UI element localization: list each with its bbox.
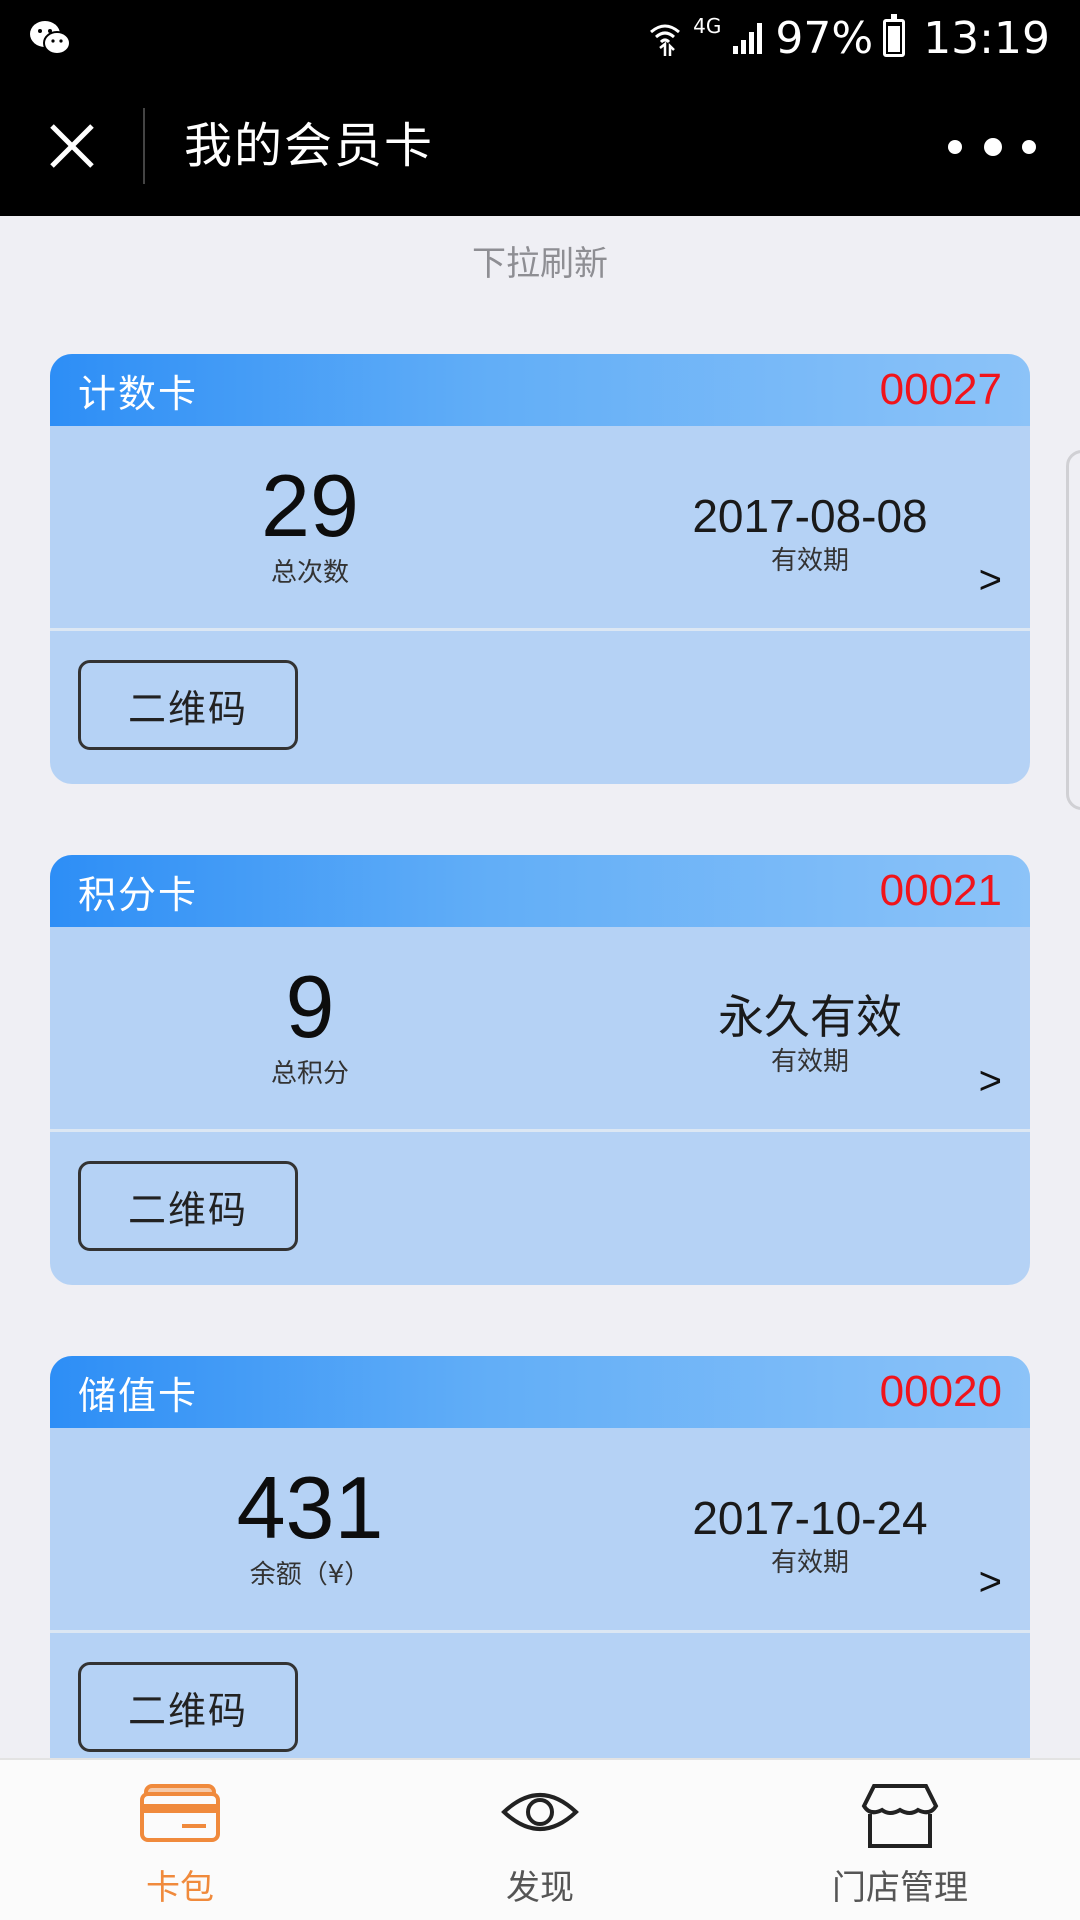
card-expiry-block: 2017-10-24 有效期 <box>570 1490 1030 1580</box>
battery-icon <box>883 14 906 57</box>
card-header: 储值卡 00020 <box>50 1356 1030 1428</box>
status-indicators: 4G 97% 13:19 <box>647 8 1050 68</box>
status-bar: 4G 97% 13:19 <box>0 0 1080 76</box>
card-header: 积分卡 00021 <box>50 855 1030 927</box>
card-expiry-block: 2017-08-08 有效期 <box>570 488 1030 578</box>
card-expiry: 2017-10-24 <box>692 1492 928 1544</box>
card-value-label: 总积分 <box>270 1059 349 1089</box>
card-expiry-block: 永久有效 有效期 <box>570 989 1030 1079</box>
battery-percent: 97% <box>775 12 874 64</box>
card-value: 9 <box>285 957 335 1056</box>
card-type: 积分卡 <box>78 872 199 917</box>
card-value-label: 余额（¥） <box>249 1560 371 1590</box>
card-wallet-icon <box>140 1784 220 1842</box>
card-value: 29 <box>261 456 359 555</box>
nav-divider <box>143 108 145 184</box>
card-footer: 二维码 <box>50 631 1030 784</box>
eye-icon <box>501 1793 579 1831</box>
tab-card-wallet[interactable]: 卡包 <box>0 1760 360 1920</box>
qr-code-button[interactable]: 二维码 <box>78 1662 298 1752</box>
card-detail-arrow[interactable]: > <box>979 558 1002 603</box>
tab-label: 门店管理 <box>832 1868 968 1908</box>
store-icon <box>861 1784 939 1848</box>
tab-bar: 卡包 发现 门店管理 <box>0 1758 1080 1920</box>
close-icon[interactable] <box>48 122 96 170</box>
card-value-block: 9 总积分 <box>50 957 570 1091</box>
tab-store-management[interactable]: 门店管理 <box>720 1760 1080 1920</box>
card-value-block: 29 总次数 <box>50 456 570 590</box>
qr-code-button[interactable]: 二维码 <box>78 660 298 750</box>
card-detail-arrow[interactable]: > <box>979 1560 1002 1605</box>
more-options-icon[interactable] <box>948 130 1040 162</box>
card-expiry: 永久有效 <box>718 991 902 1043</box>
signal-icon <box>733 23 763 54</box>
card-value-label: 总次数 <box>270 558 349 588</box>
card-body: 431 余额（¥） 2017-10-24 有效期 > <box>50 1428 1030 1630</box>
card-value: 431 <box>236 1458 384 1557</box>
member-card[interactable]: 积分卡 00021 9 总积分 永久有效 有效期 > 二维码 <box>50 855 1030 1285</box>
card-expiry-label: 有效期 <box>770 1548 849 1578</box>
card-number: 00027 <box>879 365 1002 414</box>
card-footer: 二维码 <box>50 1132 1030 1285</box>
card-number: 00021 <box>879 866 1002 915</box>
wifi-icon <box>650 24 681 56</box>
card-value-block: 431 余额（¥） <box>50 1458 570 1592</box>
card-body: 29 总次数 2017-08-08 有效期 > <box>50 426 1030 628</box>
member-card[interactable]: 计数卡 00027 29 总次数 2017-08-08 有效期 > 二维码 <box>50 354 1030 784</box>
qr-code-button[interactable]: 二维码 <box>78 1161 298 1251</box>
tab-discover[interactable]: 发现 <box>360 1760 720 1920</box>
card-detail-arrow[interactable]: > <box>979 1059 1002 1104</box>
pull-refresh-hint: 下拉刷新 <box>472 244 608 284</box>
side-drawer-handle[interactable] <box>1066 450 1080 810</box>
page-title: 我的会员卡 <box>184 118 435 174</box>
clock: 13:19 <box>923 12 1050 64</box>
card-body: 9 总积分 永久有效 有效期 > <box>50 927 1030 1129</box>
tab-label: 卡包 <box>146 1868 214 1908</box>
card-number: 00020 <box>879 1367 1002 1416</box>
card-expiry: 2017-08-08 <box>692 490 928 542</box>
card-type: 计数卡 <box>78 371 199 416</box>
wechat-icon <box>30 21 71 55</box>
nav-bar: 我的会员卡 <box>0 76 1080 216</box>
card-expiry-label: 有效期 <box>770 1047 849 1077</box>
card-header: 计数卡 00027 <box>50 354 1030 426</box>
card-type: 储值卡 <box>78 1373 199 1418</box>
network-type: 4G <box>693 14 722 38</box>
tab-label: 发现 <box>506 1868 574 1908</box>
member-card[interactable]: 储值卡 00020 431 余额（¥） 2017-10-24 有效期 > 二维码 <box>50 1356 1030 1786</box>
card-expiry-label: 有效期 <box>770 546 849 576</box>
